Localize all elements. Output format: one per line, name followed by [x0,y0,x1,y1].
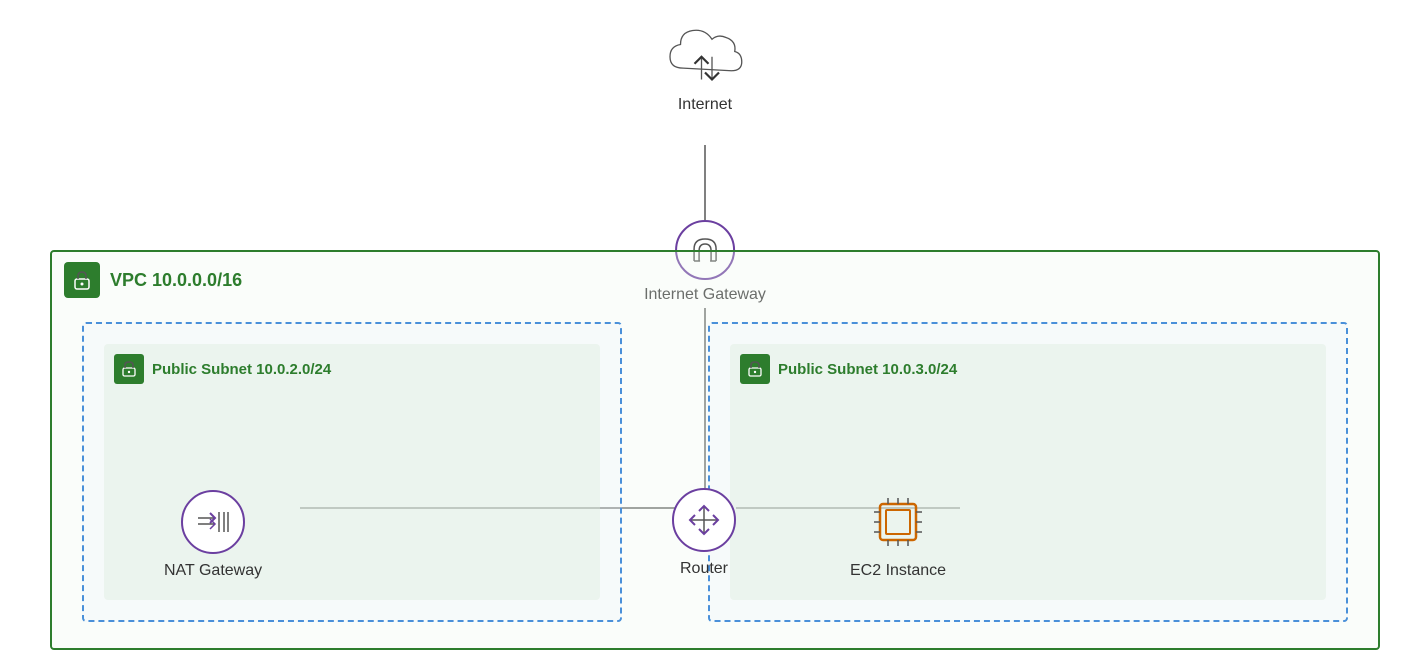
subnet-left-header: Public Subnet 10.0.2.0/24 [114,354,331,384]
subnet-right-box: Public Subnet 10.0.3.0/24 [708,322,1348,622]
vpc-title: VPC 10.0.0.0/16 [110,270,242,291]
subnet-right-icon [740,354,770,384]
subnet-left-title: Public Subnet 10.0.2.0/24 [152,361,331,378]
router-node: Router [672,488,736,578]
cloud-icon [660,20,750,90]
subnet-right-header: Public Subnet 10.0.3.0/24 [740,354,957,384]
subnet-left-inner: Public Subnet 10.0.2.0/24 [104,344,600,600]
internet-label: Internet [678,96,732,114]
nat-node: NAT Gateway [164,490,262,580]
ec2-label: EC2 Instance [850,562,946,580]
subnet-right-inner: Public Subnet 10.0.3.0/24 [730,344,1326,600]
subnet-left-box: Public Subnet 10.0.2.0/24 [82,322,622,622]
vpc-box: VPC 10.0.0.0/16 Public Subnet 10.0.2.0/2… [50,250,1380,650]
vpc-lock-icon [71,269,93,291]
subnet-right-title: Public Subnet 10.0.3.0/24 [778,361,957,378]
router-icon [672,488,736,552]
router-label: Router [680,560,728,578]
vpc-icon-box [64,262,100,298]
subnet-left-icon [114,354,144,384]
subnet-left-lock-icon [120,360,138,378]
ec2-node: EC2 Instance [850,490,946,580]
ec2-icon [866,490,930,554]
nat-icon [181,490,245,554]
diagram-container: Internet Internet Gateway [0,0,1410,672]
vpc-label-area: VPC 10.0.0.0/16 [64,262,242,298]
subnet-right-lock-icon [746,360,764,378]
nat-svg [193,502,233,542]
nat-label: NAT Gateway [164,562,262,580]
router-svg [684,500,724,540]
internet-node: Internet [660,20,750,114]
